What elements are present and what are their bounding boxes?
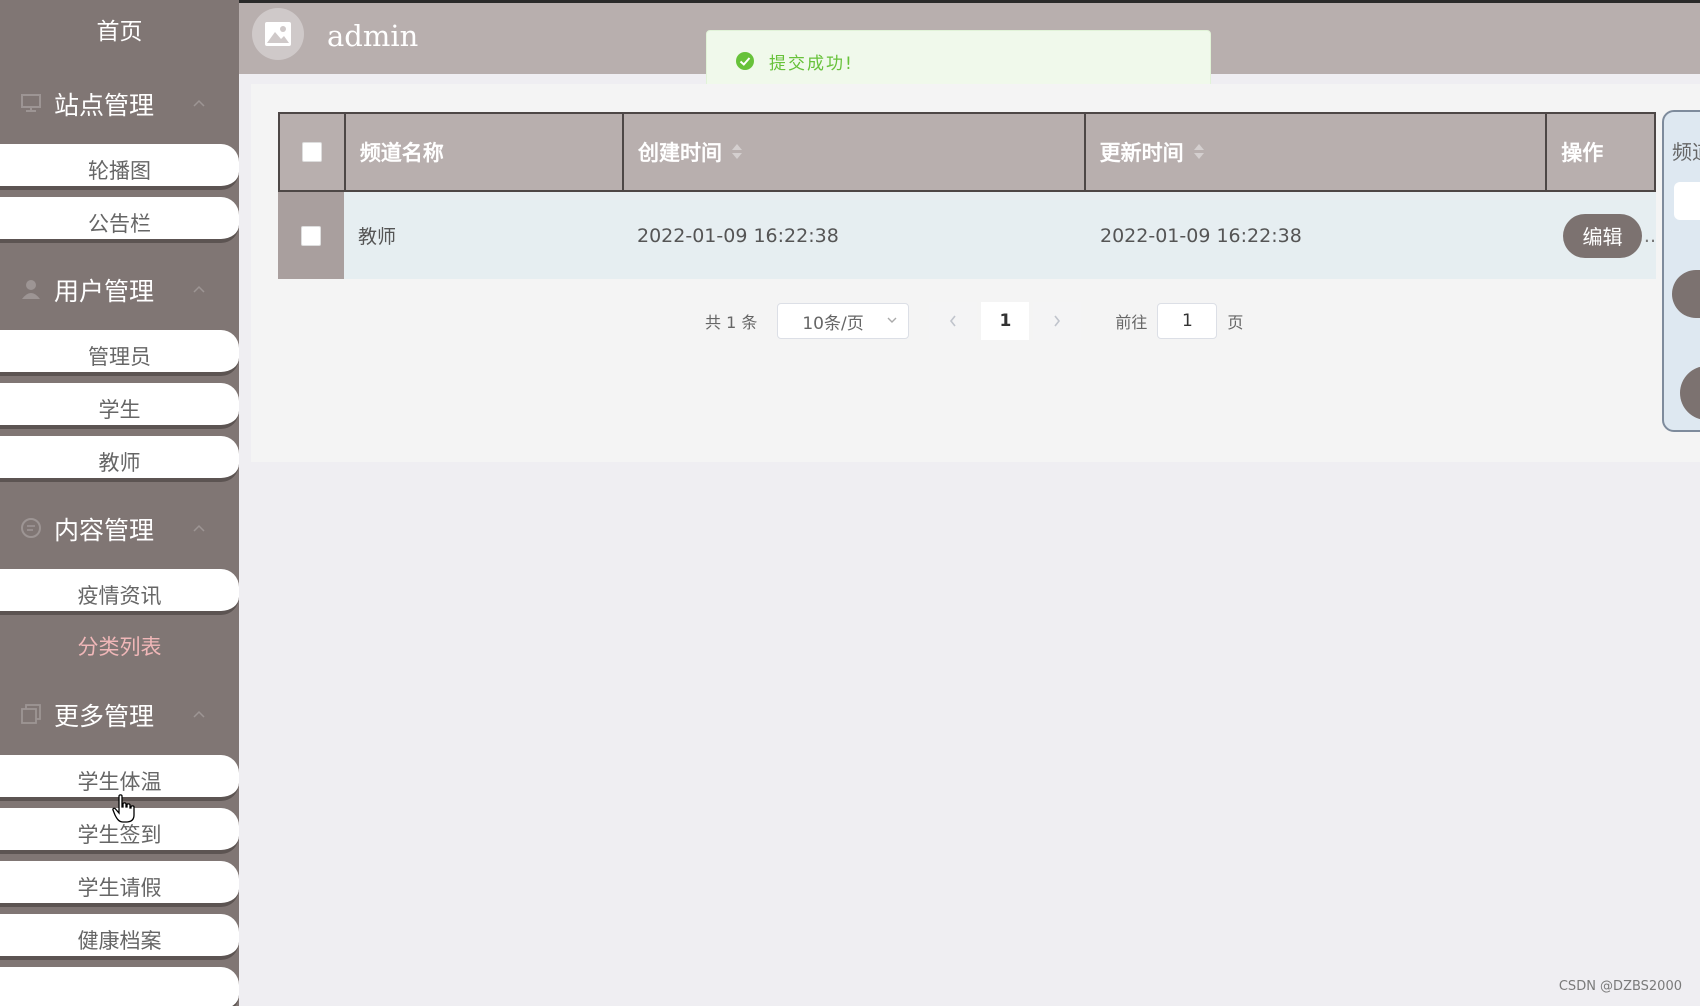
sidebar-item-cutoff[interactable] xyxy=(0,967,239,1006)
chevron-right-icon xyxy=(1054,315,1061,327)
user-icon xyxy=(22,280,40,299)
sidebar-item-leave[interactable]: 学生请假 xyxy=(0,861,239,907)
chevron-down-icon xyxy=(887,317,897,323)
page-jumper: 前往 1 页 xyxy=(1115,303,1243,339)
column-header-label: 创建时间 xyxy=(638,141,723,165)
message-icon xyxy=(21,518,41,538)
side-form-input[interactable] xyxy=(1674,182,1700,220)
row-select-cell xyxy=(278,192,344,279)
select-all-cell xyxy=(280,114,346,190)
page-size-value: 10条/页 xyxy=(802,313,864,334)
more-actions[interactable]: .. xyxy=(1644,225,1656,247)
chevron-up-icon xyxy=(193,285,205,293)
sidebar-group-content[interactable]: 内容管理 xyxy=(0,489,239,569)
sidebar-group-label: 站点管理 xyxy=(54,91,155,120)
hand-cursor-icon xyxy=(112,794,135,823)
sort-icon[interactable] xyxy=(1193,143,1204,161)
sidebar: 首页 站点管理 轮播图 公告栏 用户管理 管理员 学生 教师 内容管理 疫情资讯… xyxy=(0,0,239,1006)
sidebar-group-site[interactable]: 站点管理 xyxy=(0,64,239,144)
sidebar-group-label: 内容管理 xyxy=(54,516,155,545)
cell-name: 教师 xyxy=(358,226,397,248)
page-size-select[interactable]: 10条/页 xyxy=(777,303,910,339)
sort-icon[interactable] xyxy=(732,143,743,161)
column-header-label: 更新时间 xyxy=(1099,141,1184,165)
copy-icon xyxy=(21,704,41,724)
chevron-up-icon xyxy=(193,710,205,718)
next-page-button[interactable] xyxy=(1033,302,1082,340)
check-circle-icon xyxy=(736,52,754,70)
sidebar-item-carousel[interactable]: 轮播图 xyxy=(0,144,239,190)
select-all-checkbox[interactable] xyxy=(301,142,322,162)
sidebar-item-category-list[interactable]: 分类列表 xyxy=(0,622,239,668)
goto-label: 前往 xyxy=(1115,313,1148,332)
page-nav: 1 xyxy=(929,302,1082,340)
column-header-created[interactable]: 创建时间 xyxy=(624,114,1086,190)
side-form-button-secondary[interactable] xyxy=(1680,366,1700,420)
sidebar-item-student[interactable]: 学生 xyxy=(0,383,239,429)
cell-updated: 2022-01-09 16:22:38 xyxy=(1100,224,1302,247)
avatar[interactable] xyxy=(252,8,304,60)
side-form-label: 频道 xyxy=(1672,140,1700,164)
sidebar-item-teacher[interactable]: 教师 xyxy=(0,436,239,482)
sidebar-group-users[interactable]: 用户管理 xyxy=(0,250,239,330)
cell-actions: 编辑 .. xyxy=(1549,192,1656,279)
page-suffix: 页 xyxy=(1227,313,1244,332)
sidebar-item-admin[interactable]: 管理员 xyxy=(0,330,239,376)
sidebar-group-label: 更多管理 xyxy=(54,702,155,731)
page-number[interactable]: 1 xyxy=(981,302,1030,340)
row-checkbox[interactable] xyxy=(301,225,321,246)
cell-created: 2022-01-09 16:22:38 xyxy=(637,224,839,247)
chevron-left-icon xyxy=(950,315,956,327)
table-row: 教师 2022-01-09 16:22:38 2022-01-09 16:22:… xyxy=(278,192,1656,279)
total-count: 共 1 条 xyxy=(705,313,758,332)
monitor-icon xyxy=(21,94,41,112)
sidebar-item-notice[interactable]: 公告栏 xyxy=(0,197,239,243)
username[interactable]: admin xyxy=(327,19,418,53)
column-header-updated[interactable]: 更新时间 xyxy=(1086,114,1548,190)
success-toast: 提交成功! xyxy=(706,30,1211,92)
watermark: CSDN @DZBS2000 xyxy=(1558,979,1682,994)
column-header-name: 频道名称 xyxy=(346,114,625,190)
chevron-up-icon xyxy=(193,524,205,532)
side-form-button[interactable] xyxy=(1672,270,1700,318)
sidebar-item-news[interactable]: 疫情资讯 xyxy=(0,569,239,615)
sidebar-item-health-record[interactable]: 健康档案 xyxy=(0,914,239,960)
image-icon xyxy=(265,22,291,46)
prev-page-button[interactable] xyxy=(929,302,978,340)
column-header-actions: 操作 xyxy=(1561,141,1604,165)
goto-page-input[interactable]: 1 xyxy=(1157,303,1218,339)
chevron-up-icon xyxy=(193,99,205,107)
edit-button[interactable]: 编辑 xyxy=(1563,213,1642,258)
sidebar-home[interactable]: 首页 xyxy=(0,0,239,64)
toast-message: 提交成功! xyxy=(769,53,854,74)
sidebar-group-label: 用户管理 xyxy=(54,277,155,306)
data-table: 频道名称 创建时间 更新时间 操作 教师 2022-01-09 16:22:38… xyxy=(278,112,1656,279)
table-header: 频道名称 创建时间 更新时间 操作 xyxy=(278,112,1656,192)
sidebar-group-more[interactable]: 更多管理 xyxy=(0,675,239,755)
side-form-panel: 频道 xyxy=(1662,110,1700,432)
pagination: 共 1 条 10条/页 1 前往 1 页 xyxy=(705,302,1243,340)
